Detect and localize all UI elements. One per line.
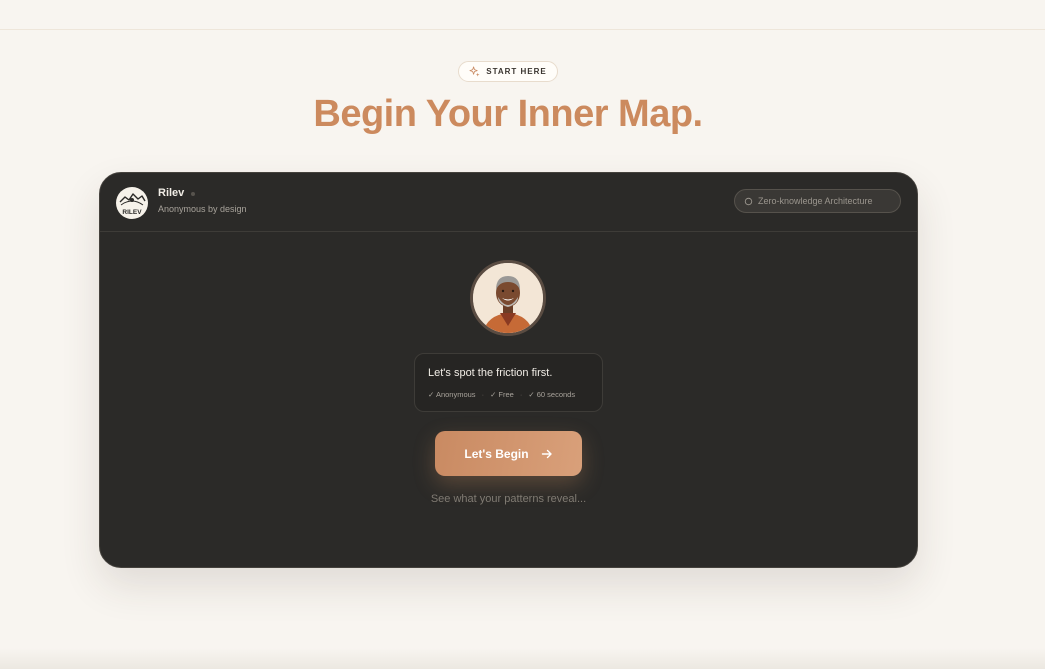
page-title: Begin Your Inner Map. <box>313 93 703 135</box>
card-header: RILEV Rilev Anonymous by design Zero-kno… <box>100 173 917 232</box>
brand-tagline: Anonymous by design <box>158 204 247 214</box>
tag-duration: ✓ 60 seconds <box>528 390 576 399</box>
bottom-fade <box>0 648 1045 669</box>
prompt-box: Let's spot the friction first. ✓ Anonymo… <box>414 353 603 412</box>
tag-free: ✓ Free <box>490 390 514 399</box>
start-here-label: START HERE <box>486 67 547 76</box>
tag-anonymous: ✓ Anonymous <box>428 390 476 399</box>
prompt-tags: ✓ Anonymous · ✓ Free · ✓ 60 seconds <box>428 390 575 399</box>
start-here-badge: START HERE <box>458 61 558 82</box>
shield-icon <box>744 197 753 205</box>
tag-separator: · <box>481 390 485 399</box>
guide-avatar <box>470 260 546 336</box>
sparkles-icon <box>469 66 480 77</box>
prompt-title: Let's spot the friction first. <box>428 367 553 379</box>
lets-begin-button[interactable]: Let's Begin <box>435 431 582 476</box>
zero-knowledge-label: Zero-knowledge Architecture <box>758 196 873 206</box>
brand-logo: RILEV <box>116 187 148 219</box>
arrow-right-icon <box>541 449 552 458</box>
lets-begin-label: Let's Begin <box>464 446 529 461</box>
top-divider <box>0 29 1045 30</box>
brand-name: Rilev <box>158 187 185 199</box>
online-status-dot <box>191 192 195 196</box>
tag-separator: · <box>519 390 523 399</box>
zero-knowledge-badge: Zero-knowledge Architecture <box>734 189 901 213</box>
onboarding-card: RILEV Rilev Anonymous by design Zero-kno… <box>99 172 918 568</box>
brand-logo-text: RILEV <box>122 209 142 216</box>
hint-text: See what your patterns reveal... <box>430 493 587 505</box>
